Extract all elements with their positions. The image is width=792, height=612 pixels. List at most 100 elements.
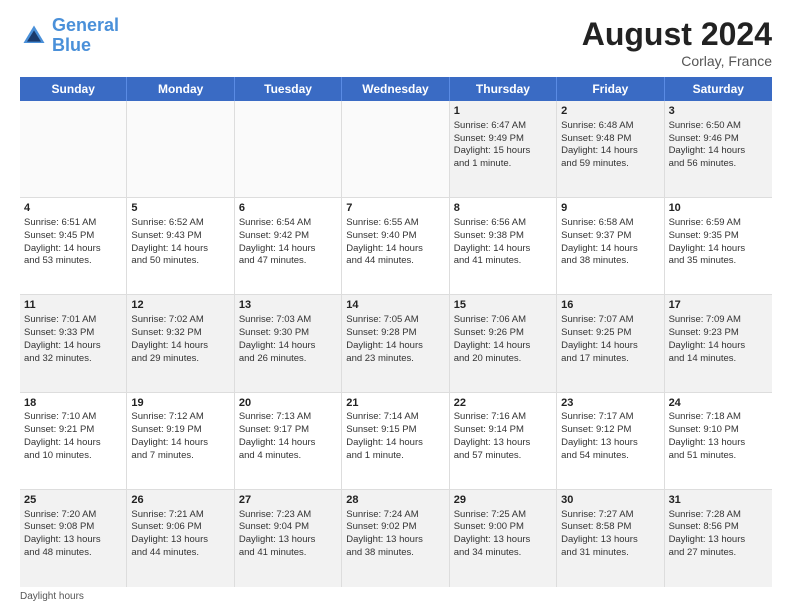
day-info: Sunrise: 7:27 AM Sunset: 8:58 PM Dayligh…	[561, 509, 638, 558]
day-number: 17	[669, 298, 768, 313]
day-info: Sunrise: 7:21 AM Sunset: 9:06 PM Dayligh…	[131, 509, 208, 558]
calendar-cell-14: 14Sunrise: 7:05 AM Sunset: 9:28 PM Dayli…	[342, 295, 449, 391]
header-tuesday: Tuesday	[235, 77, 342, 101]
day-number: 24	[669, 396, 768, 411]
day-number: 3	[669, 104, 768, 119]
calendar-cell-5: 5Sunrise: 6:52 AM Sunset: 9:43 PM Daylig…	[127, 198, 234, 294]
calendar-week-4: 18Sunrise: 7:10 AM Sunset: 9:21 PM Dayli…	[20, 393, 772, 490]
calendar-header: Sunday Monday Tuesday Wednesday Thursday…	[20, 77, 772, 101]
day-info: Sunrise: 6:47 AM Sunset: 9:49 PM Dayligh…	[454, 120, 531, 169]
day-number: 16	[561, 298, 659, 313]
day-info: Sunrise: 7:06 AM Sunset: 9:26 PM Dayligh…	[454, 314, 531, 363]
day-info: Sunrise: 6:48 AM Sunset: 9:48 PM Dayligh…	[561, 120, 638, 169]
day-number: 12	[131, 298, 229, 313]
day-number: 28	[346, 493, 444, 508]
page: General Blue August 2024 Corlay, France …	[0, 0, 792, 612]
day-info: Sunrise: 7:17 AM Sunset: 9:12 PM Dayligh…	[561, 411, 638, 460]
calendar-cell-8: 8Sunrise: 6:56 AM Sunset: 9:38 PM Daylig…	[450, 198, 557, 294]
day-info: Sunrise: 7:14 AM Sunset: 9:15 PM Dayligh…	[346, 411, 423, 460]
day-info: Sunrise: 6:50 AM Sunset: 9:46 PM Dayligh…	[669, 120, 746, 169]
calendar-cell-13: 13Sunrise: 7:03 AM Sunset: 9:30 PM Dayli…	[235, 295, 342, 391]
day-number: 9	[561, 201, 659, 216]
day-info: Sunrise: 7:09 AM Sunset: 9:23 PM Dayligh…	[669, 314, 746, 363]
header: General Blue August 2024 Corlay, France	[20, 16, 772, 69]
calendar-week-5: 25Sunrise: 7:20 AM Sunset: 9:08 PM Dayli…	[20, 490, 772, 587]
day-info: Sunrise: 7:18 AM Sunset: 9:10 PM Dayligh…	[669, 411, 746, 460]
logo-text: General Blue	[52, 16, 119, 56]
calendar-cell-6: 6Sunrise: 6:54 AM Sunset: 9:42 PM Daylig…	[235, 198, 342, 294]
day-info: Sunrise: 7:02 AM Sunset: 9:32 PM Dayligh…	[131, 314, 208, 363]
day-number: 10	[669, 201, 768, 216]
day-info: Sunrise: 7:16 AM Sunset: 9:14 PM Dayligh…	[454, 411, 531, 460]
day-number: 6	[239, 201, 337, 216]
calendar-cell-17: 17Sunrise: 7:09 AM Sunset: 9:23 PM Dayli…	[665, 295, 772, 391]
calendar-cell-empty	[342, 101, 449, 197]
calendar-cell-10: 10Sunrise: 6:59 AM Sunset: 9:35 PM Dayli…	[665, 198, 772, 294]
day-number: 21	[346, 396, 444, 411]
calendar-cell-31: 31Sunrise: 7:28 AM Sunset: 8:56 PM Dayli…	[665, 490, 772, 587]
day-number: 7	[346, 201, 444, 216]
calendar-cell-empty	[235, 101, 342, 197]
header-sunday: Sunday	[20, 77, 127, 101]
day-info: Sunrise: 7:13 AM Sunset: 9:17 PM Dayligh…	[239, 411, 316, 460]
calendar-cell-18: 18Sunrise: 7:10 AM Sunset: 9:21 PM Dayli…	[20, 393, 127, 489]
logo: General Blue	[20, 16, 119, 56]
calendar-cell-23: 23Sunrise: 7:17 AM Sunset: 9:12 PM Dayli…	[557, 393, 664, 489]
calendar-cell-11: 11Sunrise: 7:01 AM Sunset: 9:33 PM Dayli…	[20, 295, 127, 391]
footer: Daylight hours	[20, 591, 772, 602]
calendar-cell-25: 25Sunrise: 7:20 AM Sunset: 9:08 PM Dayli…	[20, 490, 127, 587]
day-info: Sunrise: 6:52 AM Sunset: 9:43 PM Dayligh…	[131, 217, 208, 266]
calendar-week-2: 4Sunrise: 6:51 AM Sunset: 9:45 PM Daylig…	[20, 198, 772, 295]
calendar-cell-21: 21Sunrise: 7:14 AM Sunset: 9:15 PM Dayli…	[342, 393, 449, 489]
day-number: 11	[24, 298, 122, 313]
calendar-cell-2: 2Sunrise: 6:48 AM Sunset: 9:48 PM Daylig…	[557, 101, 664, 197]
day-info: Sunrise: 7:20 AM Sunset: 9:08 PM Dayligh…	[24, 509, 101, 558]
day-info: Sunrise: 7:03 AM Sunset: 9:30 PM Dayligh…	[239, 314, 316, 363]
day-info: Sunrise: 6:51 AM Sunset: 9:45 PM Dayligh…	[24, 217, 101, 266]
day-info: Sunrise: 6:54 AM Sunset: 9:42 PM Dayligh…	[239, 217, 316, 266]
day-number: 13	[239, 298, 337, 313]
day-number: 5	[131, 201, 229, 216]
day-info: Sunrise: 6:55 AM Sunset: 9:40 PM Dayligh…	[346, 217, 423, 266]
day-info: Sunrise: 7:05 AM Sunset: 9:28 PM Dayligh…	[346, 314, 423, 363]
day-number: 20	[239, 396, 337, 411]
header-monday: Monday	[127, 77, 234, 101]
calendar-cell-empty	[20, 101, 127, 197]
calendar-cell-20: 20Sunrise: 7:13 AM Sunset: 9:17 PM Dayli…	[235, 393, 342, 489]
day-info: Sunrise: 7:01 AM Sunset: 9:33 PM Dayligh…	[24, 314, 101, 363]
calendar-cell-19: 19Sunrise: 7:12 AM Sunset: 9:19 PM Dayli…	[127, 393, 234, 489]
day-number: 1	[454, 104, 552, 119]
day-number: 30	[561, 493, 659, 508]
day-number: 22	[454, 396, 552, 411]
calendar-cell-26: 26Sunrise: 7:21 AM Sunset: 9:06 PM Dayli…	[127, 490, 234, 587]
calendar-cell-15: 15Sunrise: 7:06 AM Sunset: 9:26 PM Dayli…	[450, 295, 557, 391]
calendar-cell-24: 24Sunrise: 7:18 AM Sunset: 9:10 PM Dayli…	[665, 393, 772, 489]
logo-icon	[20, 22, 48, 50]
calendar-cell-28: 28Sunrise: 7:24 AM Sunset: 9:02 PM Dayli…	[342, 490, 449, 587]
day-info: Sunrise: 7:24 AM Sunset: 9:02 PM Dayligh…	[346, 509, 423, 558]
day-info: Sunrise: 7:12 AM Sunset: 9:19 PM Dayligh…	[131, 411, 208, 460]
location: Corlay, France	[582, 53, 772, 69]
calendar-cell-9: 9Sunrise: 6:58 AM Sunset: 9:37 PM Daylig…	[557, 198, 664, 294]
calendar-body: 1Sunrise: 6:47 AM Sunset: 9:49 PM Daylig…	[20, 101, 772, 587]
calendar-cell-3: 3Sunrise: 6:50 AM Sunset: 9:46 PM Daylig…	[665, 101, 772, 197]
day-number: 29	[454, 493, 552, 508]
day-info: Sunrise: 6:58 AM Sunset: 9:37 PM Dayligh…	[561, 217, 638, 266]
calendar-cell-16: 16Sunrise: 7:07 AM Sunset: 9:25 PM Dayli…	[557, 295, 664, 391]
day-number: 18	[24, 396, 122, 411]
calendar-cell-empty	[127, 101, 234, 197]
day-number: 8	[454, 201, 552, 216]
day-number: 15	[454, 298, 552, 313]
calendar-cell-1: 1Sunrise: 6:47 AM Sunset: 9:49 PM Daylig…	[450, 101, 557, 197]
day-info: Sunrise: 7:23 AM Sunset: 9:04 PM Dayligh…	[239, 509, 316, 558]
header-friday: Friday	[557, 77, 664, 101]
header-saturday: Saturday	[665, 77, 772, 101]
calendar-cell-29: 29Sunrise: 7:25 AM Sunset: 9:00 PM Dayli…	[450, 490, 557, 587]
calendar-cell-30: 30Sunrise: 7:27 AM Sunset: 8:58 PM Dayli…	[557, 490, 664, 587]
calendar: Sunday Monday Tuesday Wednesday Thursday…	[20, 77, 772, 587]
calendar-cell-4: 4Sunrise: 6:51 AM Sunset: 9:45 PM Daylig…	[20, 198, 127, 294]
calendar-cell-27: 27Sunrise: 7:23 AM Sunset: 9:04 PM Dayli…	[235, 490, 342, 587]
day-number: 27	[239, 493, 337, 508]
month-year: August 2024	[582, 16, 772, 53]
day-number: 23	[561, 396, 659, 411]
